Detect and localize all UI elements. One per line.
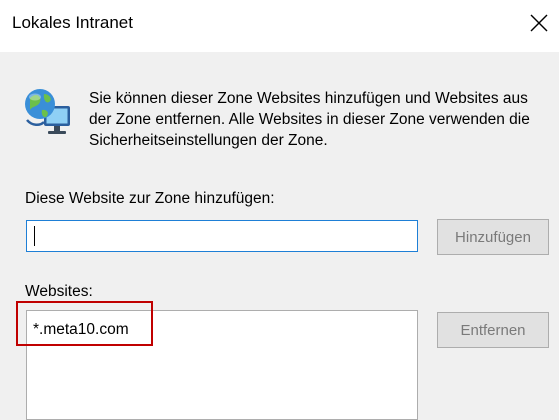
close-icon [530, 14, 548, 32]
add-site-label: Diese Website zur Zone hinzufügen: [25, 190, 275, 207]
remove-button[interactable]: Entfernen [437, 312, 549, 348]
add-site-input[interactable] [26, 220, 418, 252]
window-title: Lokales Intranet [12, 13, 133, 32]
close-button[interactable] [526, 10, 552, 36]
websites-label: Websites: [25, 283, 93, 300]
list-item[interactable]: *.meta10.com [33, 321, 129, 339]
add-button[interactable]: Hinzufügen [437, 219, 549, 255]
websites-list[interactable]: *.meta10.com [26, 310, 418, 420]
title-bar: Lokales Intranet [0, 0, 559, 52]
text-caret [34, 226, 35, 246]
zone-description: Sie können dieser Zone Websites hinzufüg… [89, 90, 530, 149]
globe-monitor-icon [22, 82, 74, 140]
